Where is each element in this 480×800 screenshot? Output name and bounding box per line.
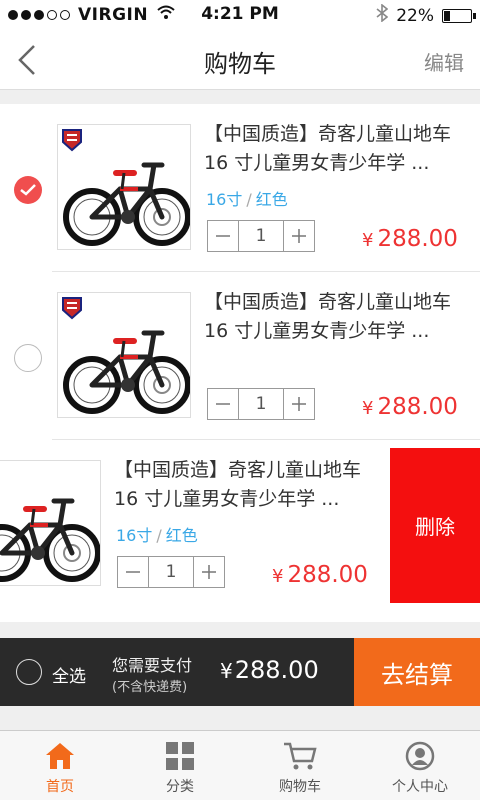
increase-button[interactable] [284, 389, 314, 419]
status-bar: VIRGIN 4:21 PM 22% [0, 0, 480, 30]
increase-button[interactable] [284, 221, 314, 251]
quantity-stepper: 1 [207, 388, 315, 420]
spec-size: 16寸 [206, 190, 243, 209]
price-value: 288.00 [287, 562, 368, 588]
product-price: ¥288.00 [362, 226, 458, 252]
checkout-button[interactable]: 去结算 [354, 638, 480, 706]
tab-cart[interactable]: 购物车 [240, 731, 360, 800]
minus-icon [126, 571, 140, 573]
page-title: 购物车 [204, 50, 276, 78]
total-value: 288.00 [234, 656, 319, 684]
product-price: ¥288.00 [272, 562, 368, 588]
product-image[interactable] [0, 460, 101, 586]
plus-icon [202, 565, 216, 579]
price-currency: ¥ [362, 230, 374, 251]
quantity-field[interactable]: 1 [238, 389, 284, 419]
quantity-stepper: 1 [117, 556, 225, 588]
battery-percent: 22% [396, 5, 434, 26]
decrease-button[interactable] [208, 389, 238, 419]
tab-label: 首页 [46, 779, 74, 795]
product-title-line1[interactable]: 【中国质造】奇客儿童山地车 [114, 456, 384, 485]
product-title-line1[interactable]: 【中国质造】奇客儿童山地车 [204, 288, 474, 317]
item-checkbox-unchecked[interactable] [14, 344, 42, 372]
delete-button[interactable]: 删除 [390, 448, 480, 603]
checkmark-icon [20, 184, 36, 196]
pay-label: 您需要支付 [112, 656, 193, 675]
minus-icon [216, 235, 230, 237]
minus-icon [216, 403, 230, 405]
plus-icon [292, 229, 306, 243]
checkout-bar: 全选 您需要支付 (不含快递费) ¥288.00 去结算 [0, 638, 480, 706]
price-currency: ¥ [272, 566, 284, 587]
product-title-line1[interactable]: 【中国质造】奇客儿童山地车 [204, 120, 474, 149]
tab-home[interactable]: 首页 [0, 731, 120, 800]
home-icon [43, 739, 77, 773]
spec-separator: / [246, 190, 252, 209]
tab-label: 分类 [166, 779, 194, 795]
status-right: 22% [376, 3, 476, 27]
cart-list: 【中国质造】奇客儿童山地车 16 寸儿童男女青少年学 ... 16寸 / 红色 1 … [0, 104, 480, 622]
decrease-button[interactable] [118, 557, 148, 587]
product-spec: 16寸 / 红色 [116, 522, 198, 546]
quantity-field[interactable]: 1 [238, 221, 284, 251]
shipping-note: (不含快递费) [112, 680, 188, 695]
chevron-left-icon [18, 45, 35, 75]
price-value: 288.00 [377, 226, 458, 252]
navigation-bar: 购物车 编辑 [0, 30, 480, 90]
price-value: 288.00 [377, 394, 458, 420]
price-currency: ¥ [362, 398, 374, 419]
quantity-field[interactable]: 1 [148, 557, 194, 587]
battery-icon [442, 8, 476, 23]
plus-icon [292, 397, 306, 411]
tab-bar: 首页 分类 购物车 个人中心 [0, 730, 480, 800]
product-title-line2[interactable]: 16 寸儿童男女青少年学 ... [204, 149, 474, 178]
select-all-checkbox[interactable] [16, 659, 42, 685]
product-image[interactable] [57, 124, 191, 250]
tab-label: 购物车 [279, 779, 321, 795]
edit-button[interactable]: 编辑 [424, 47, 464, 76]
spec-separator: / [156, 526, 162, 545]
quantity-stepper: 1 [207, 220, 315, 252]
cart-item: 【中国质造】奇客儿童山地车 16 寸儿童男女青少年学 ... 1 ¥288.00 [0, 272, 480, 440]
spec-size: 16寸 [116, 526, 153, 545]
cart-icon [283, 739, 317, 773]
select-all-label[interactable]: 全选 [52, 662, 86, 687]
tab-label: 个人中心 [392, 779, 448, 795]
product-price: ¥288.00 [362, 394, 458, 420]
tab-category[interactable]: 分类 [120, 731, 240, 800]
item-checkbox-checked[interactable] [14, 176, 42, 204]
product-spec: 16寸 / 红色 [206, 186, 288, 210]
grid-icon [163, 739, 197, 773]
user-icon [403, 739, 437, 773]
increase-button[interactable] [194, 557, 224, 587]
cart-item: 【中国质造】奇客儿童山地车 16 寸儿童男女青少年学 ... 16寸 / 红色 1 … [0, 104, 480, 272]
decrease-button[interactable] [208, 221, 238, 251]
total-currency: ¥ [220, 659, 233, 683]
product-title-line2[interactable]: 16 寸儿童男女青少年学 ... [114, 485, 384, 514]
tab-profile[interactable]: 个人中心 [360, 731, 480, 800]
spec-color: 红色 [255, 190, 288, 209]
product-title-line2[interactable]: 16 寸儿童男女青少年学 ... [204, 317, 474, 346]
product-image[interactable] [57, 292, 191, 418]
bluetooth-icon [376, 3, 389, 27]
cart-item-swiped: 【中国质造】奇客儿童山地车 16 寸儿童男女青少年学 ... 16寸 / 红色 1 … [0, 440, 390, 608]
spec-color: 红色 [165, 526, 198, 545]
total-price: ¥288.00 [220, 656, 319, 684]
back-button[interactable] [10, 40, 44, 80]
